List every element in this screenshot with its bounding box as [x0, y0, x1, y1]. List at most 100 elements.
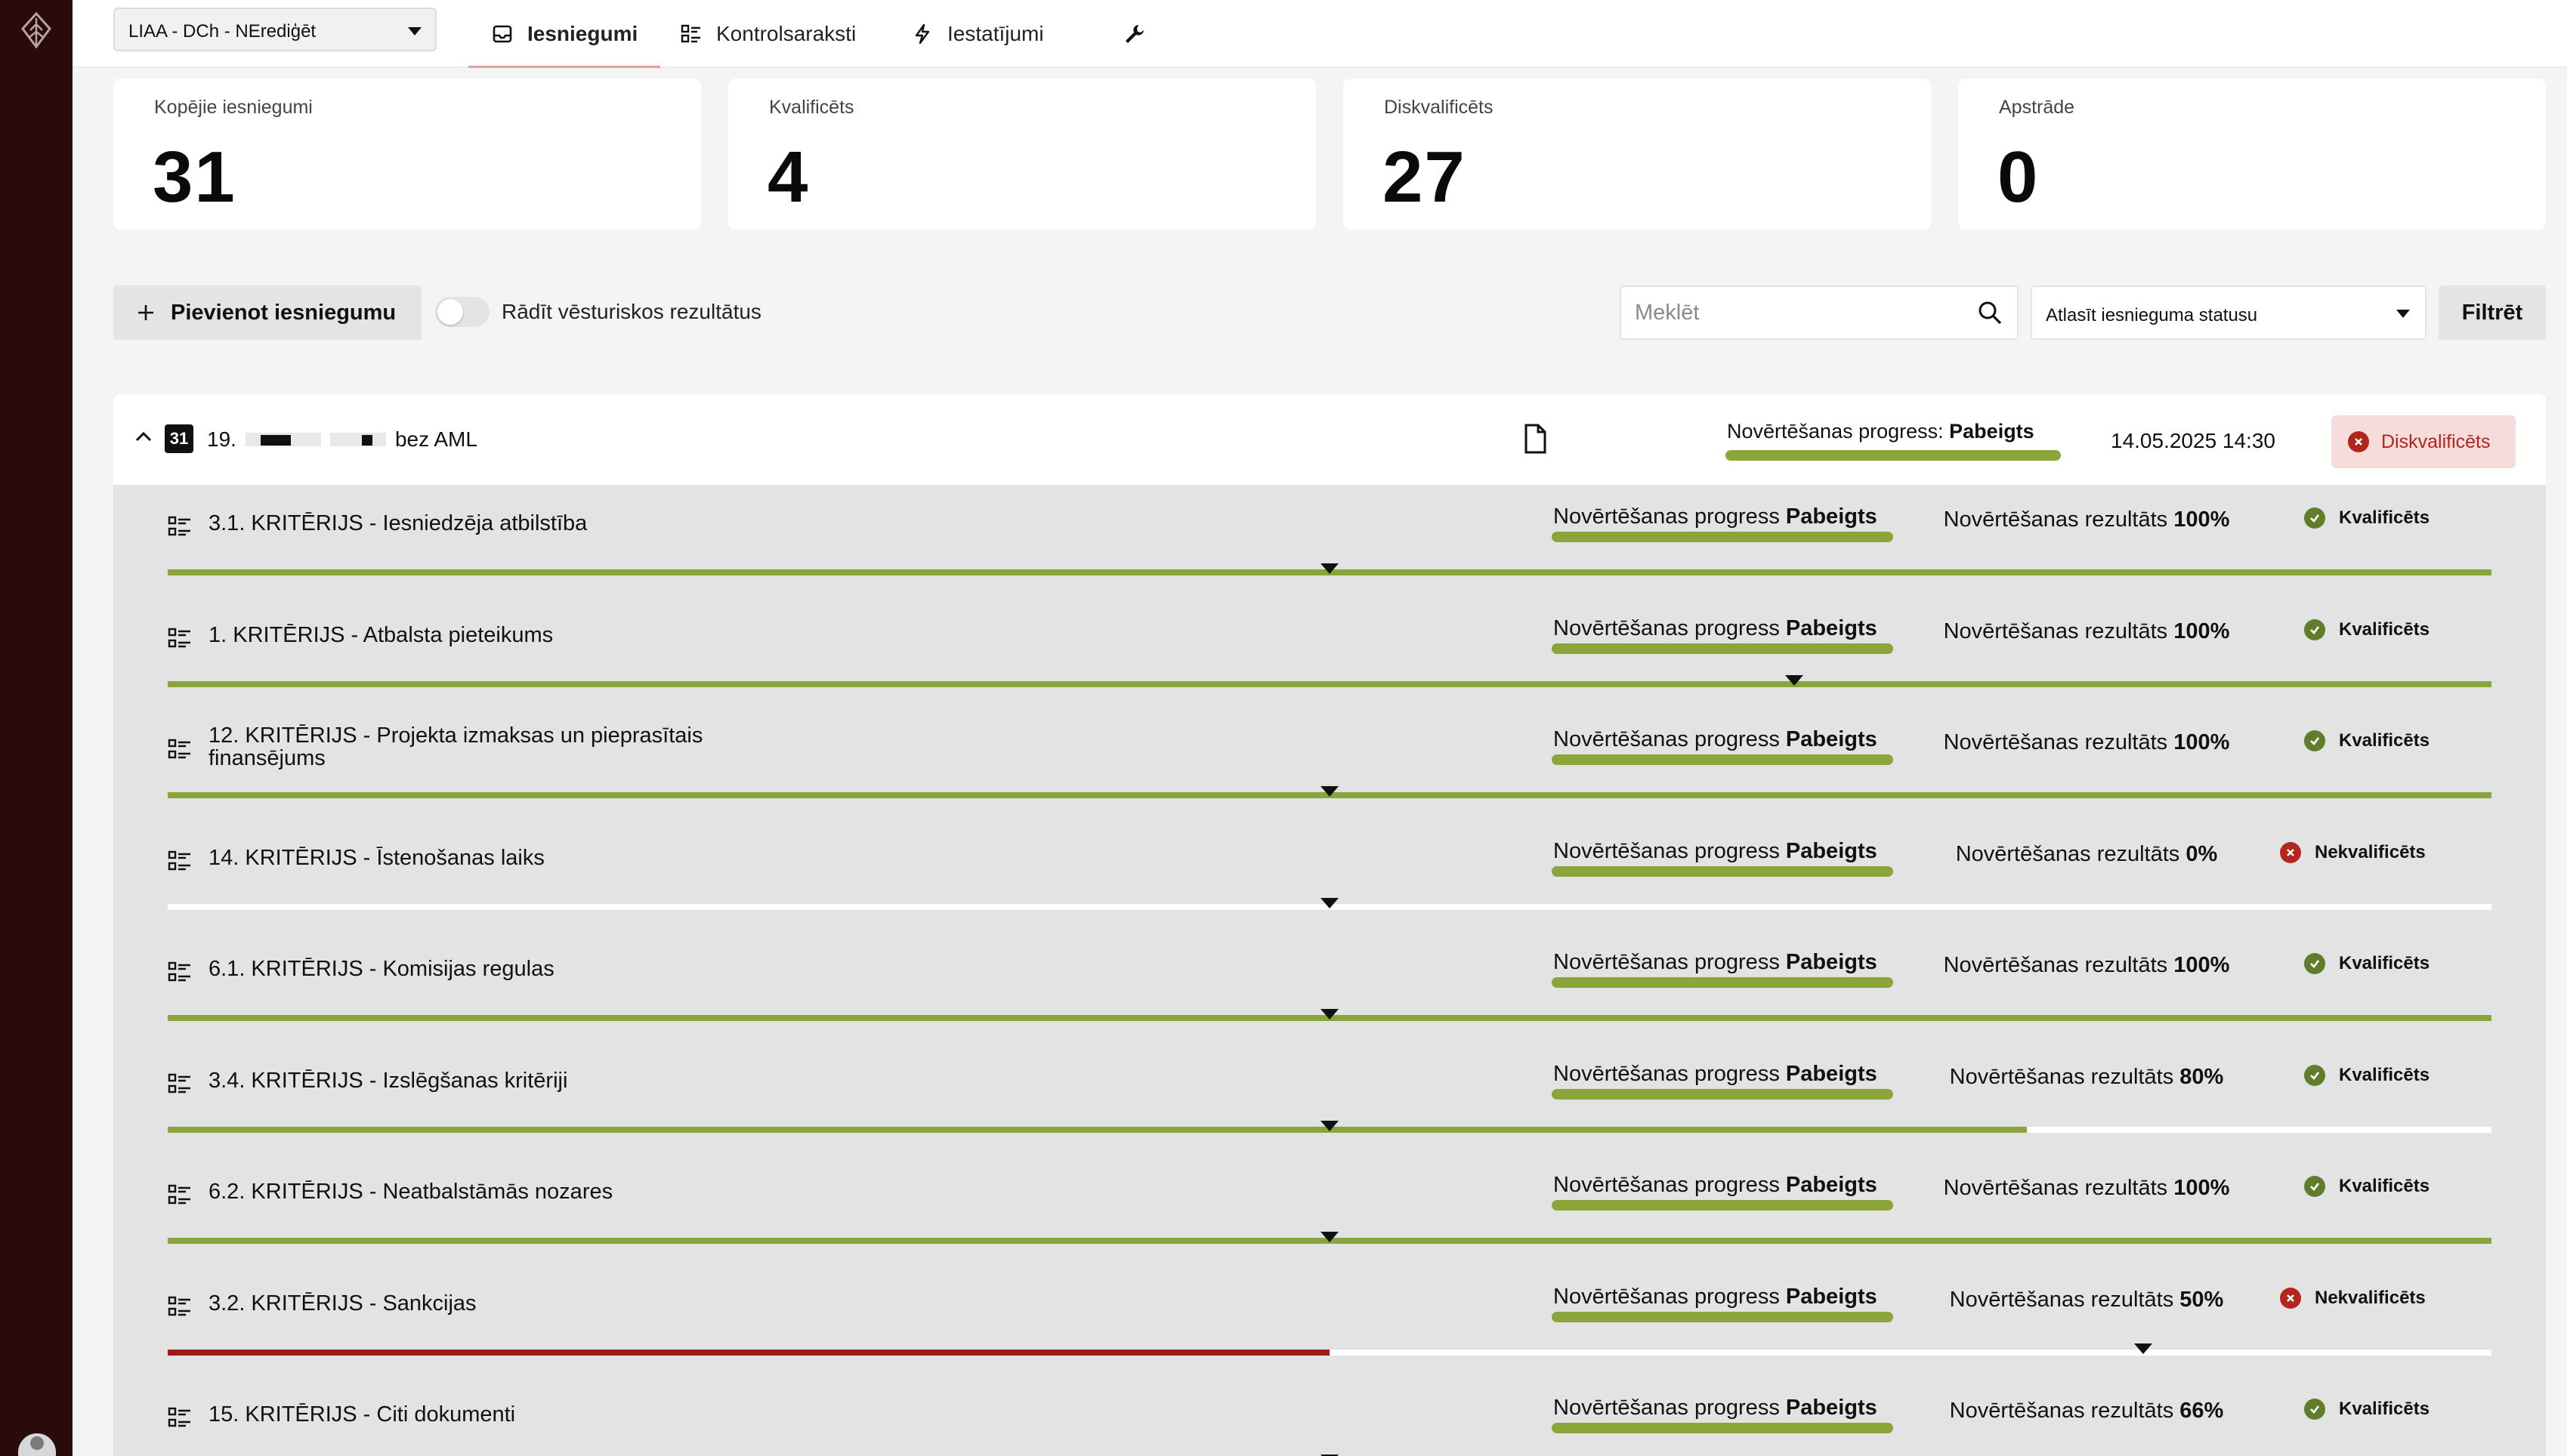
criterion-row[interactable]: 3.4. KRITĒRIJS - Izslēgšanas kritēriji No…: [113, 1042, 2546, 1153]
criterion-progress-bar: [1552, 532, 1893, 542]
search-icon[interactable]: [1976, 299, 2003, 326]
progress-value-text: Pabeigts: [1785, 1396, 1877, 1420]
criterion-status: Kvalificēts: [2304, 1176, 2430, 1197]
tab-iesniegumi[interactable]: Iesniegumi: [468, 0, 661, 68]
stat-value: 0: [1997, 137, 2040, 217]
criterion-row[interactable]: 15. KRITĒRIJS - Citi dokumenti Novērtēšan…: [113, 1376, 2546, 1456]
criterion-row[interactable]: 3.1. KRITĒRIJS - Iesniedzēja atbilstība N…: [113, 485, 2546, 596]
result-label-text: Novērtēšanas rezultāts: [1943, 1176, 2174, 1200]
result-value-text: 80%: [2179, 1064, 2224, 1089]
history-toggle-label: Rādīt vēsturiskos rezultātus: [502, 300, 761, 323]
project-select-value: LIAA - DCh - NErediģēt: [128, 21, 317, 42]
check-circle-icon: [2304, 507, 2325, 529]
threshold-marker: [1321, 1120, 1339, 1131]
criterion-result: Novērtēšanas rezultāts 50%: [1928, 1288, 2245, 1313]
check-circle-icon: [2304, 953, 2325, 974]
criteria-list: 3.1. KRITĒRIJS - Iesniedzēja atbilstība N…: [113, 485, 2546, 1456]
criterion-row[interactable]: 1. KRITĒRIJS - Atbalsta pieteikums Novērt…: [113, 597, 2546, 708]
progress-value-text: Pabeigts: [1949, 420, 2034, 443]
check-circle-icon: [2304, 730, 2325, 751]
progress-value-text: Pabeigts: [1785, 838, 1877, 863]
redacted-text: [245, 433, 321, 446]
result-value-text: 100%: [2173, 1176, 2230, 1200]
criterion-progress-bar: [1552, 1088, 1893, 1100]
redacted-text: [329, 433, 386, 446]
threshold-marker: [1321, 1232, 1339, 1242]
checklist-icon: [681, 24, 700, 43]
progress-label-text: Novērtēšanas progress: [1553, 504, 1786, 529]
threshold-marker: [1785, 674, 1804, 686]
checklist-icon: [168, 627, 192, 649]
criterion-progress-bar: [1552, 754, 1893, 765]
criterion-progress-bar: [1552, 1423, 1893, 1433]
close-circle-icon: [2348, 431, 2369, 452]
progress-label-text: Novērtēšanas progress: [1553, 1396, 1786, 1420]
criterion-row[interactable]: 6.1. KRITĒRIJS - Komisijas regulas Novērt…: [113, 930, 2546, 1041]
filter-button[interactable]: Filtrēt: [2439, 285, 2546, 340]
threshold-marker: [1321, 786, 1339, 797]
criterion-name: 12. KRITĒRIJS - Projekta izmaksas un pie…: [209, 723, 703, 770]
criterion-row[interactable]: 6.2. KRITĒRIJS - Neatbalstāmās nozares No…: [113, 1153, 2546, 1264]
criterion-row[interactable]: 12. KRITĒRIJS - Projekta izmaksas un pie…: [113, 708, 2546, 819]
criterion-name: 15. KRITĒRIJS - Citi dokumenti: [209, 1402, 516, 1427]
check-circle-icon: [2304, 1399, 2325, 1420]
criterion-name: 6.1. KRITĒRIJS - Komisijas regulas: [209, 957, 554, 981]
criterion-result: Novērtēšanas rezultāts 0%: [1928, 842, 2245, 867]
history-toggle[interactable]: [435, 297, 490, 327]
criterion-progress-label: Novērtēšanas progress Pabeigts: [1553, 616, 1877, 641]
submission-row[interactable]: 31 19. bez AML Novērtēšanas progress: Pa…: [113, 394, 2546, 485]
stat-card-disqualified: Diskvalificēts 27: [1343, 79, 1931, 230]
document-icon[interactable]: [1521, 423, 1549, 455]
status-label: Kvalificēts: [2339, 730, 2430, 751]
threshold-marker: [2133, 1343, 2152, 1354]
result-fill: [168, 1126, 2027, 1133]
status-select[interactable]: Atlasīt iesnieguma statusu: [2031, 285, 2426, 340]
tab-kontrolsaraksti[interactable]: Kontrolsaraksti: [680, 0, 856, 68]
progress-value-text: Pabeigts: [1785, 950, 1877, 974]
criterion-result: Novērtēšanas rezultāts 100%: [1928, 507, 2245, 532]
result-value-text: 50%: [2179, 1287, 2224, 1312]
criterion-name: 14. KRITĒRIJS - Īstenošanas laiks: [209, 845, 545, 870]
status-label: Nekvalificēts: [2315, 1287, 2426, 1308]
criterion-progress-label: Novērtēšanas progress Pabeigts: [1553, 1285, 1877, 1309]
user-avatar[interactable]: [18, 1433, 56, 1456]
leaf-logo-icon[interactable]: [17, 11, 56, 50]
result-fill: [168, 1349, 1330, 1356]
stat-value: 31: [153, 137, 236, 217]
project-select[interactable]: LIAA - DCh - NErediģēt: [113, 8, 437, 51]
chevron-down-icon: [2396, 310, 2410, 318]
criterion-progress-bar: [1552, 865, 1893, 877]
stat-value: 27: [1382, 137, 1466, 217]
tab-iestatijumi[interactable]: Iestatījumi: [911, 0, 1044, 68]
left-rail: [0, 0, 73, 1456]
calendar-icon: 31: [165, 424, 193, 453]
add-submission-button[interactable]: Pievienot iesniegumu: [113, 285, 422, 340]
criterion-name: 3.4. KRITĒRIJS - Izslēgšanas kritēriji: [209, 1068, 568, 1093]
progress-label-text: Novērtēšanas progress: [1553, 615, 1786, 640]
criterion-progress-bar: [1552, 643, 1893, 654]
progress-label-text: Novērtēšanas progress: [1553, 1173, 1786, 1197]
search-input[interactable]: [1620, 285, 2019, 340]
stat-label: Kvalificēts: [769, 97, 854, 118]
result-value-text: 0%: [2186, 841, 2218, 866]
tools-button[interactable]: [1123, 0, 1145, 68]
lightning-icon: [915, 23, 930, 45]
progress-label-text: Novērtēšanas progress: [1553, 727, 1786, 751]
criterion-row[interactable]: 3.2. KRITĒRIJS - Sankcijas Novērtēšanas p…: [113, 1265, 2546, 1376]
chevron-up-icon[interactable]: [133, 426, 154, 447]
criterion-status: Kvalificēts: [2304, 507, 2430, 529]
progress-value-text: Pabeigts: [1785, 1061, 1877, 1086]
checklist-icon: [168, 1295, 192, 1318]
criterion-result: Novērtēšanas rezultāts 100%: [1928, 1176, 2245, 1201]
checklist-icon: [168, 515, 192, 538]
stat-value: 4: [768, 137, 810, 217]
progress-label-text: Novērtēšanas progress: [1553, 1284, 1786, 1309]
status-label: Kvalificēts: [2339, 507, 2430, 528]
progress-value-text: Pabeigts: [1785, 1173, 1877, 1197]
criterion-status: Nekvalificēts: [2280, 1287, 2426, 1309]
status-label: Kvalificēts: [2339, 1176, 2430, 1196]
criterion-progress-label: Novērtēšanas progress Pabeigts: [1553, 727, 1877, 752]
history-toggle-row: Rādīt vēsturiskos rezultātus: [435, 297, 761, 327]
stat-label: Diskvalificēts: [1384, 97, 1494, 118]
criterion-row[interactable]: 14. KRITĒRIJS - Īstenošanas laiks Novērtē…: [113, 819, 2546, 930]
